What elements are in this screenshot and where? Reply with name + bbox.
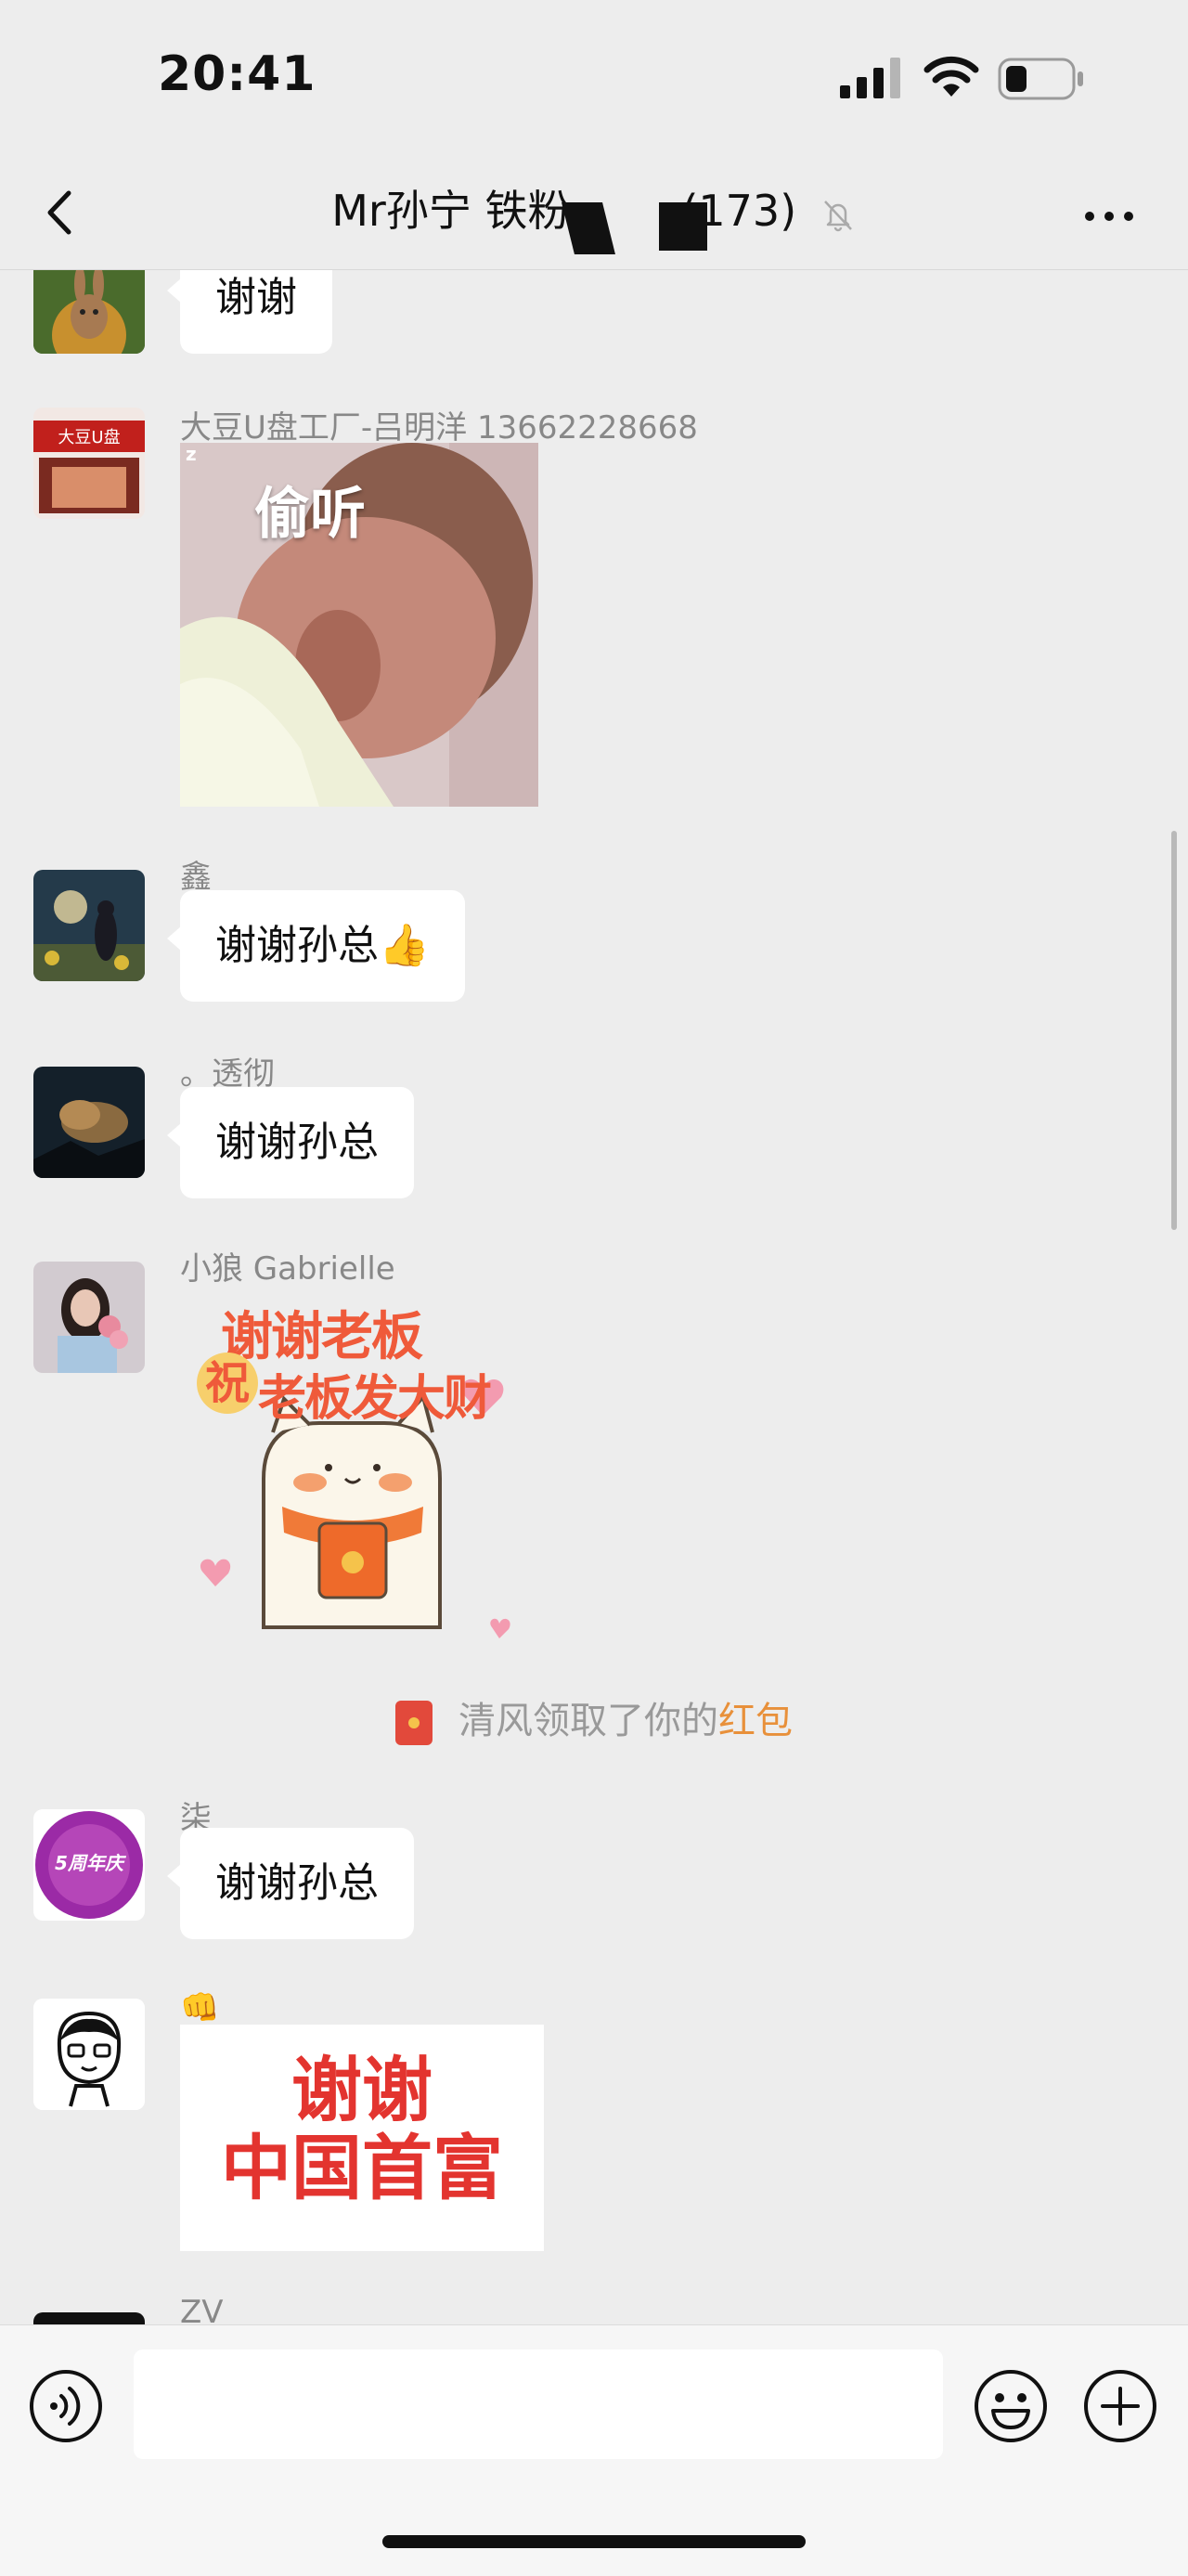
notice-text: 清风领取了你的: [458, 1700, 718, 1742]
sticker-image[interactable]: 谢谢老板 祝老板发大财: [180, 1293, 533, 1646]
sticker-caption-text: 老板发大财: [258, 1371, 492, 1427]
sticker-caption-line2: 中国首富: [221, 2127, 503, 2209]
home-indicator[interactable]: [382, 2535, 806, 2548]
sticker-caption-line1: 谢谢: [291, 2049, 433, 2131]
avatar[interactable]: [33, 1067, 145, 1178]
message-input[interactable]: [134, 2349, 943, 2459]
group-name: Mr孙宁 铁粉: [331, 186, 571, 236]
status-time: 20:41: [158, 46, 316, 102]
cloud-avatar-image: [33, 1067, 145, 1178]
thumbs-up-emoji: 👍: [379, 922, 430, 969]
message-bubble[interactable]: 谢谢孙总👍: [167, 890, 465, 1002]
avatar[interactable]: [33, 2312, 145, 2324]
sender-name: 小狼 Gabrielle: [180, 1250, 395, 1288]
avatar[interactable]: [33, 1999, 145, 2110]
sender-name: 大豆U盘工厂-吕明洋 13662228668: [180, 409, 698, 447]
shop-avatar-image: 大豆U盘: [33, 408, 145, 519]
signal-icon: [840, 58, 900, 98]
battery-icon: [998, 58, 1083, 100]
message-bubble[interactable]: 谢谢孙总: [167, 1087, 414, 1198]
sticker-image[interactable]: 谢谢 中国首富: [180, 2025, 544, 2251]
avatar[interactable]: 5周年庆: [33, 1809, 145, 1921]
night-avatar-image: [33, 870, 145, 981]
avatar[interactable]: [33, 270, 145, 354]
avatar[interactable]: [33, 870, 145, 981]
sticker-caption-line2: 祝老板发大财: [197, 1353, 492, 1429]
portrait-avatar-image: [33, 1262, 145, 1373]
message-text: 谢谢孙总: [215, 922, 379, 969]
more-icon[interactable]: [1077, 193, 1142, 239]
sticker-caption: 偷听: [254, 482, 366, 547]
message-bubble[interactable]: 谢谢孙总: [167, 1828, 414, 1939]
red-packet-notice: 清风领取了你的红包: [0, 1690, 1188, 1745]
avatar-badge-text: 5周年庆: [55, 1852, 123, 1874]
status-bar: 20:41: [0, 0, 1188, 158]
message-bubble[interactable]: 谢谢: [167, 270, 332, 354]
plus-icon[interactable]: [1082, 2368, 1158, 2444]
red-packet-link[interactable]: 红包: [718, 1700, 793, 1742]
message-list[interactable]: 谢谢 大豆U盘 大豆U盘工厂-吕明洋 13662228668 z 偷听 鑫 谢谢…: [0, 270, 1188, 2324]
sticker-caption-badge: 祝: [197, 1353, 258, 1414]
sticker-mark: z: [186, 443, 197, 465]
mute-icon: [823, 200, 852, 231]
voice-icon[interactable]: [28, 2368, 104, 2444]
redaction-mark: [659, 202, 707, 251]
svg-text:大豆U盘: 大豆U盘: [58, 428, 120, 447]
cartoon-avatar-image: [33, 1999, 145, 2110]
scrollbar[interactable]: [1171, 831, 1177, 1230]
wifi-icon: [923, 56, 979, 97]
rabbit-avatar-image: [33, 270, 145, 354]
emoji-icon[interactable]: [973, 2368, 1049, 2444]
avatar[interactable]: 大豆U盘: [33, 408, 145, 519]
sender-name: ZV: [180, 2294, 224, 2324]
avatar[interactable]: [33, 1262, 145, 1373]
sender-name: 👊: [180, 1989, 220, 2026]
sticker-image[interactable]: z 偷听: [180, 443, 538, 807]
input-bar: [0, 2324, 1188, 2576]
chat-header: Mr孙宁 铁粉 (173): [0, 158, 1188, 270]
red-packet-icon: [395, 1701, 433, 1745]
